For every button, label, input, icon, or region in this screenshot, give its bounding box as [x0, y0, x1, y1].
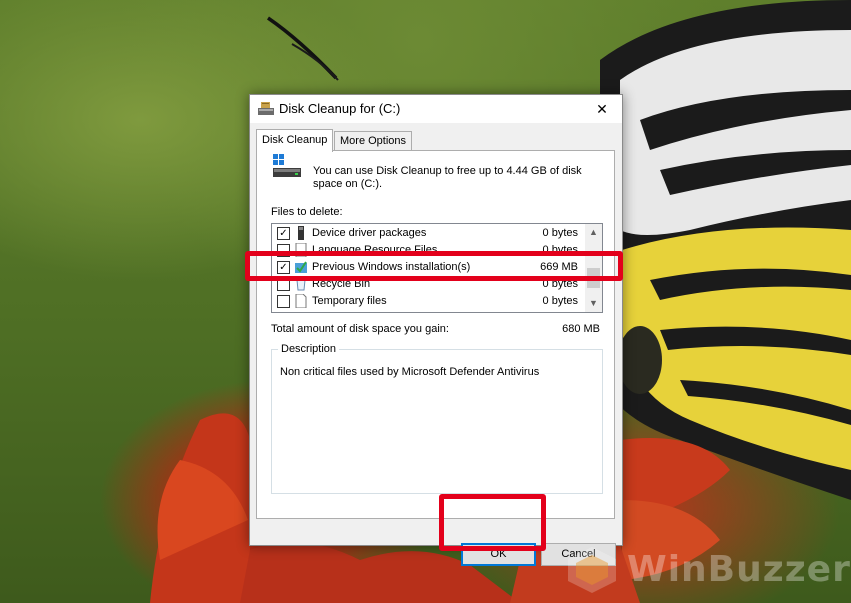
scroll-up-icon[interactable]: ▲	[585, 224, 602, 241]
checkbox[interactable]	[277, 295, 290, 308]
highlight-ok-button	[439, 494, 546, 551]
summary-text: You can use Disk Cleanup to free up to 4…	[313, 165, 582, 190]
total-space-label: Total amount of disk space you gain:	[271, 323, 449, 335]
description-group: Description Non critical files used by M…	[271, 343, 603, 494]
watermark: WinBuzzer	[560, 543, 850, 595]
dialog-client-area: Disk Cleanup More Options You can use Di…	[250, 123, 622, 566]
tab-disk-cleanup[interactable]: Disk Cleanup	[256, 129, 334, 152]
item-name: Device driver packages	[312, 227, 427, 239]
window-title: Disk Cleanup for (C:)	[279, 101, 401, 116]
device-driver-icon	[298, 226, 304, 240]
item-size: 0 bytes	[542, 227, 578, 239]
drive-windows-icon	[273, 154, 301, 177]
highlight-previous-windows	[245, 251, 623, 281]
close-icon: ✕	[596, 101, 608, 117]
list-item[interactable]: ✓ Device driver packages 0 bytes	[272, 225, 584, 242]
description-text: Non critical files used by Microsoft Def…	[280, 366, 540, 378]
winbuzzer-logo-icon	[568, 547, 616, 593]
item-name: Temporary files	[312, 295, 387, 307]
temporary-file-icon	[295, 294, 307, 308]
disk-cleanup-icon	[258, 102, 274, 115]
files-to-delete-label: Files to delete:	[271, 206, 343, 218]
tab-more-options[interactable]: More Options	[334, 131, 413, 151]
title-bar[interactable]: Disk Cleanup for (C:) ✕	[250, 95, 622, 123]
watermark-text: WinBuzzer	[627, 549, 851, 590]
disk-cleanup-panel: You can use Disk Cleanup to free up to 4…	[256, 150, 615, 519]
scroll-down-icon[interactable]: ▼	[585, 295, 602, 312]
description-legend: Description	[278, 343, 340, 355]
total-space-value: 680 MB	[562, 323, 600, 335]
close-button[interactable]: ✕	[582, 95, 622, 123]
disk-cleanup-dialog: Disk Cleanup for (C:) ✕ Disk Cleanup Mor…	[249, 94, 623, 566]
item-size: 0 bytes	[542, 295, 578, 307]
list-item[interactable]: Temporary files 0 bytes	[272, 293, 584, 310]
checkbox[interactable]: ✓	[277, 227, 290, 240]
